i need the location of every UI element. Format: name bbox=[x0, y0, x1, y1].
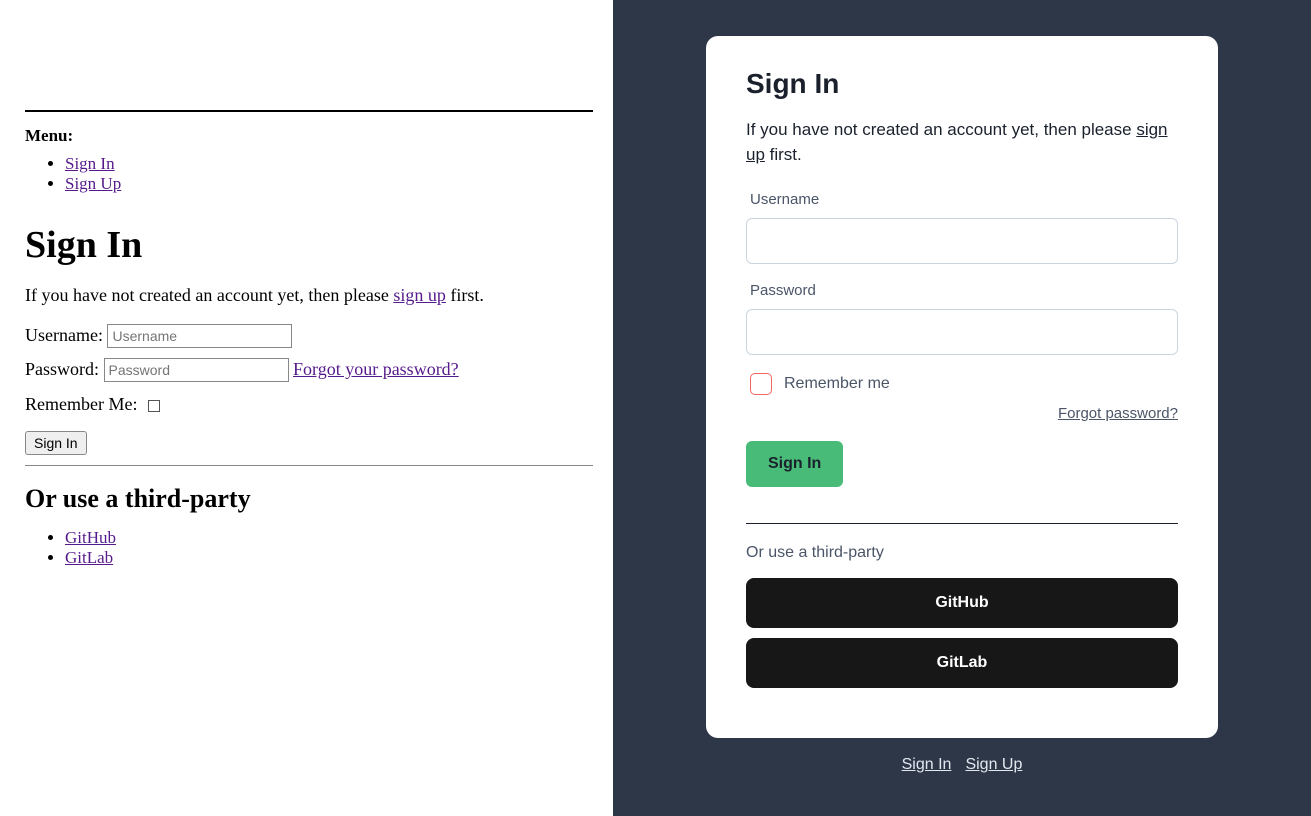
gitlab-link[interactable]: GitLab bbox=[65, 548, 113, 567]
password-input[interactable] bbox=[746, 309, 1178, 355]
password-label: Password bbox=[746, 282, 1178, 299]
github-button[interactable]: GitHub bbox=[746, 578, 1178, 628]
github-link[interactable]: GitHub bbox=[65, 528, 116, 547]
menu-signup-link[interactable]: Sign Up bbox=[65, 174, 121, 193]
forgot-password-link[interactable]: Forgot your password? bbox=[293, 359, 459, 379]
password-row: Password: Forgot your password? bbox=[25, 358, 593, 382]
styled-panel: Sign In If you have not created an accou… bbox=[613, 0, 1311, 816]
intro-prefix: If you have not created an account yet, … bbox=[25, 285, 393, 305]
divider bbox=[25, 465, 593, 466]
thirdparty-list: GitHub GitLab bbox=[25, 528, 593, 569]
signup-prompt: If you have not created an account yet, … bbox=[746, 118, 1178, 167]
remember-row: Remember me bbox=[746, 373, 1178, 395]
password-input[interactable] bbox=[104, 358, 289, 382]
password-group: Password bbox=[746, 282, 1178, 355]
menu-label: Menu: bbox=[25, 126, 593, 146]
forgot-row: Forgot password? bbox=[746, 405, 1178, 423]
signup-prompt: If you have not created an account yet, … bbox=[25, 285, 593, 306]
menu-list: Sign In Sign Up bbox=[25, 154, 593, 195]
signin-card: Sign In If you have not created an accou… bbox=[706, 36, 1218, 738]
page-title: Sign In bbox=[746, 68, 1178, 100]
forgot-password-link[interactable]: Forgot password? bbox=[1058, 405, 1178, 422]
signup-link[interactable]: sign up bbox=[393, 285, 446, 305]
gitlab-button[interactable]: GitLab bbox=[746, 638, 1178, 688]
divider bbox=[746, 523, 1178, 524]
menu-signin-link[interactable]: Sign In bbox=[65, 154, 115, 173]
remember-label: Remember me bbox=[784, 375, 890, 393]
remember-row: Remember Me: bbox=[25, 394, 593, 415]
username-label: Username: bbox=[25, 325, 107, 345]
intro-prefix: If you have not created an account yet, … bbox=[746, 120, 1136, 139]
signin-button[interactable]: Sign In bbox=[746, 441, 843, 487]
signin-button[interactable]: Sign In bbox=[25, 431, 87, 455]
bottom-signin-link[interactable]: Sign In bbox=[902, 756, 952, 774]
intro-suffix: first. bbox=[765, 145, 802, 164]
username-input[interactable] bbox=[746, 218, 1178, 264]
divider bbox=[25, 110, 593, 112]
thirdparty-heading: Or use a third-party bbox=[25, 484, 593, 514]
username-input[interactable] bbox=[107, 324, 292, 348]
remember-checkbox[interactable] bbox=[148, 400, 160, 412]
username-label: Username bbox=[746, 191, 1178, 208]
remember-label: Remember Me: bbox=[25, 394, 142, 414]
unstyled-panel: Menu: Sign In Sign Up Sign In If you hav… bbox=[0, 0, 613, 816]
bottom-nav: Sign In Sign Up bbox=[902, 756, 1023, 774]
intro-suffix: first. bbox=[446, 285, 484, 305]
username-row: Username: bbox=[25, 324, 593, 348]
username-group: Username bbox=[746, 191, 1178, 264]
remember-checkbox[interactable] bbox=[750, 373, 772, 395]
password-label: Password: bbox=[25, 359, 104, 379]
bottom-signup-link[interactable]: Sign Up bbox=[965, 756, 1022, 774]
thirdparty-label: Or use a third-party bbox=[746, 544, 1178, 562]
page-title: Sign In bbox=[25, 223, 593, 267]
